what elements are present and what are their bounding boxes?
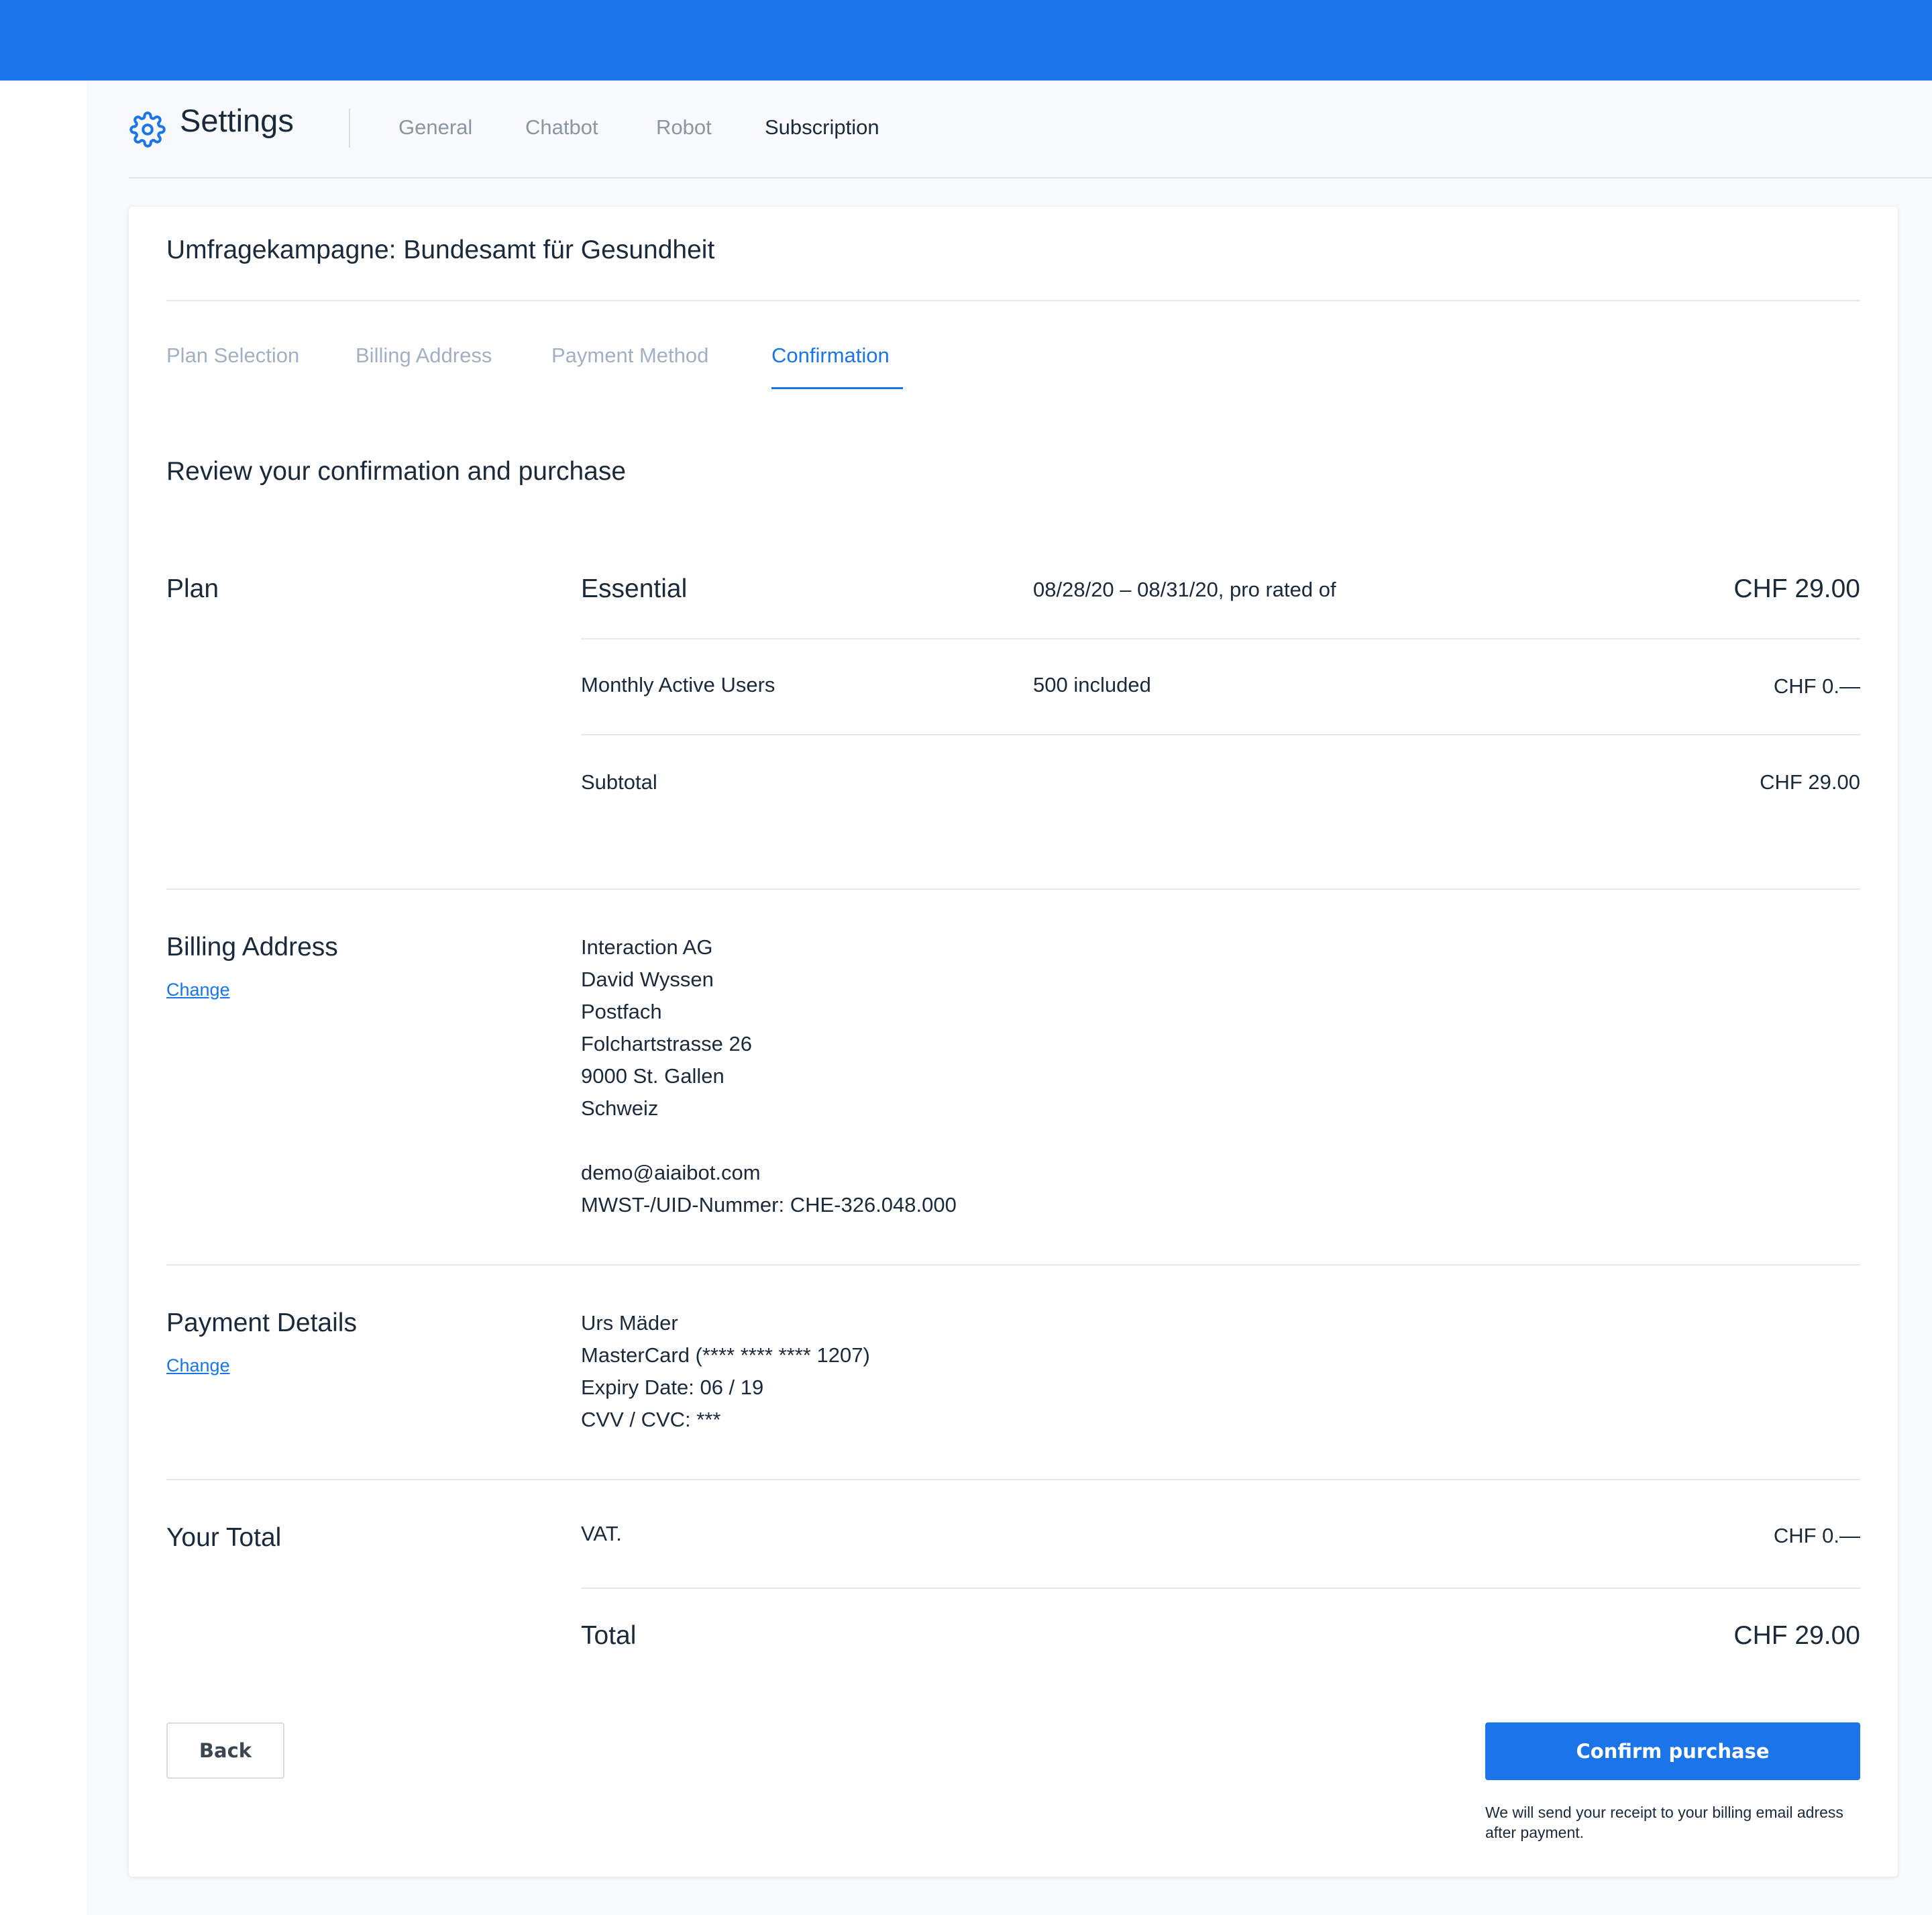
review-heading: Review your confirmation and purchase bbox=[166, 457, 627, 486]
step-payment-method[interactable]: Payment Method bbox=[551, 344, 708, 368]
billing-change-link[interactable]: Change bbox=[166, 980, 230, 1000]
divider bbox=[166, 300, 1860, 301]
vat-label: VAT. bbox=[581, 1522, 622, 1545]
divider bbox=[166, 1479, 1860, 1480]
plan-name: Essential bbox=[581, 574, 688, 603]
your-total-label: Your Total bbox=[166, 1523, 282, 1552]
tab-subscription[interactable]: Subscription bbox=[765, 115, 879, 140]
campaign-title: Umfragekampagne: Bundesamt für Gesundhei… bbox=[166, 236, 715, 264]
header-divider bbox=[349, 109, 350, 148]
billing-line: Interaction AG bbox=[581, 935, 713, 959]
billing-label: Billing Address bbox=[166, 933, 338, 962]
page-title: Settings bbox=[180, 103, 294, 138]
divider bbox=[581, 734, 1860, 735]
subtotal-label: Subtotal bbox=[581, 770, 657, 794]
payment-line: Urs Mäder bbox=[581, 1311, 678, 1335]
tab-general[interactable]: General bbox=[398, 115, 472, 140]
users-label: Monthly Active Users bbox=[581, 673, 775, 696]
plan-period: 08/28/20 – 08/31/20, pro rated of bbox=[1033, 578, 1336, 601]
billing-line: Schweiz bbox=[581, 1096, 659, 1120]
billing-line: 9000 St. Gallen bbox=[581, 1064, 724, 1088]
top-bar bbox=[0, 0, 1932, 81]
plan-price: CHF 29.00 bbox=[1733, 574, 1860, 603]
payment-change-link[interactable]: Change bbox=[166, 1355, 230, 1376]
divider bbox=[166, 888, 1860, 890]
subtotal-price: CHF 29.00 bbox=[1760, 770, 1860, 794]
divider bbox=[581, 638, 1860, 639]
users-value: 500 included bbox=[1033, 673, 1151, 696]
tab-chatbot[interactable]: Chatbot bbox=[525, 115, 598, 140]
header-divider-line bbox=[129, 177, 1932, 178]
billing-line: David Wyssen bbox=[581, 968, 714, 991]
total-price: CHF 29.00 bbox=[1733, 1621, 1860, 1650]
confirm-purchase-button[interactable]: Confirm purchase bbox=[1485, 1722, 1860, 1780]
step-billing-address[interactable]: Billing Address bbox=[356, 344, 492, 368]
receipt-note: We will send your receipt to your billin… bbox=[1485, 1804, 1843, 1841]
back-button[interactable]: Back bbox=[166, 1722, 284, 1779]
payment-line: CVV / CVC: *** bbox=[581, 1408, 721, 1431]
gear-icon bbox=[129, 111, 166, 148]
tab-robot[interactable]: Robot bbox=[656, 115, 712, 140]
billing-line: Postfach bbox=[581, 1000, 662, 1023]
divider bbox=[581, 1588, 1860, 1589]
billing-line: Folchartstrasse 26 bbox=[581, 1032, 752, 1055]
billing-vat-id: MWST-/UID-Nummer: CHE-326.048.000 bbox=[581, 1193, 957, 1217]
payment-line: MasterCard (**** **** **** 1207) bbox=[581, 1343, 870, 1367]
step-plan-selection[interactable]: Plan Selection bbox=[166, 344, 299, 368]
billing-email: demo@aiaibot.com bbox=[581, 1161, 761, 1184]
payment-label: Payment Details bbox=[166, 1308, 357, 1337]
subscription-card: Umfragekampagne: Bundesamt für Gesundhei… bbox=[129, 207, 1898, 1877]
step-confirmation[interactable]: Confirmation bbox=[771, 344, 890, 368]
payment-line: Expiry Date: 06 / 19 bbox=[581, 1376, 764, 1399]
active-step-indicator bbox=[771, 387, 903, 389]
plan-label: Plan bbox=[166, 574, 219, 603]
divider bbox=[166, 1264, 1860, 1265]
total-label: Total bbox=[581, 1621, 637, 1650]
vat-price: CHF 0.— bbox=[1773, 1524, 1860, 1547]
users-price: CHF 0.— bbox=[1773, 674, 1860, 698]
